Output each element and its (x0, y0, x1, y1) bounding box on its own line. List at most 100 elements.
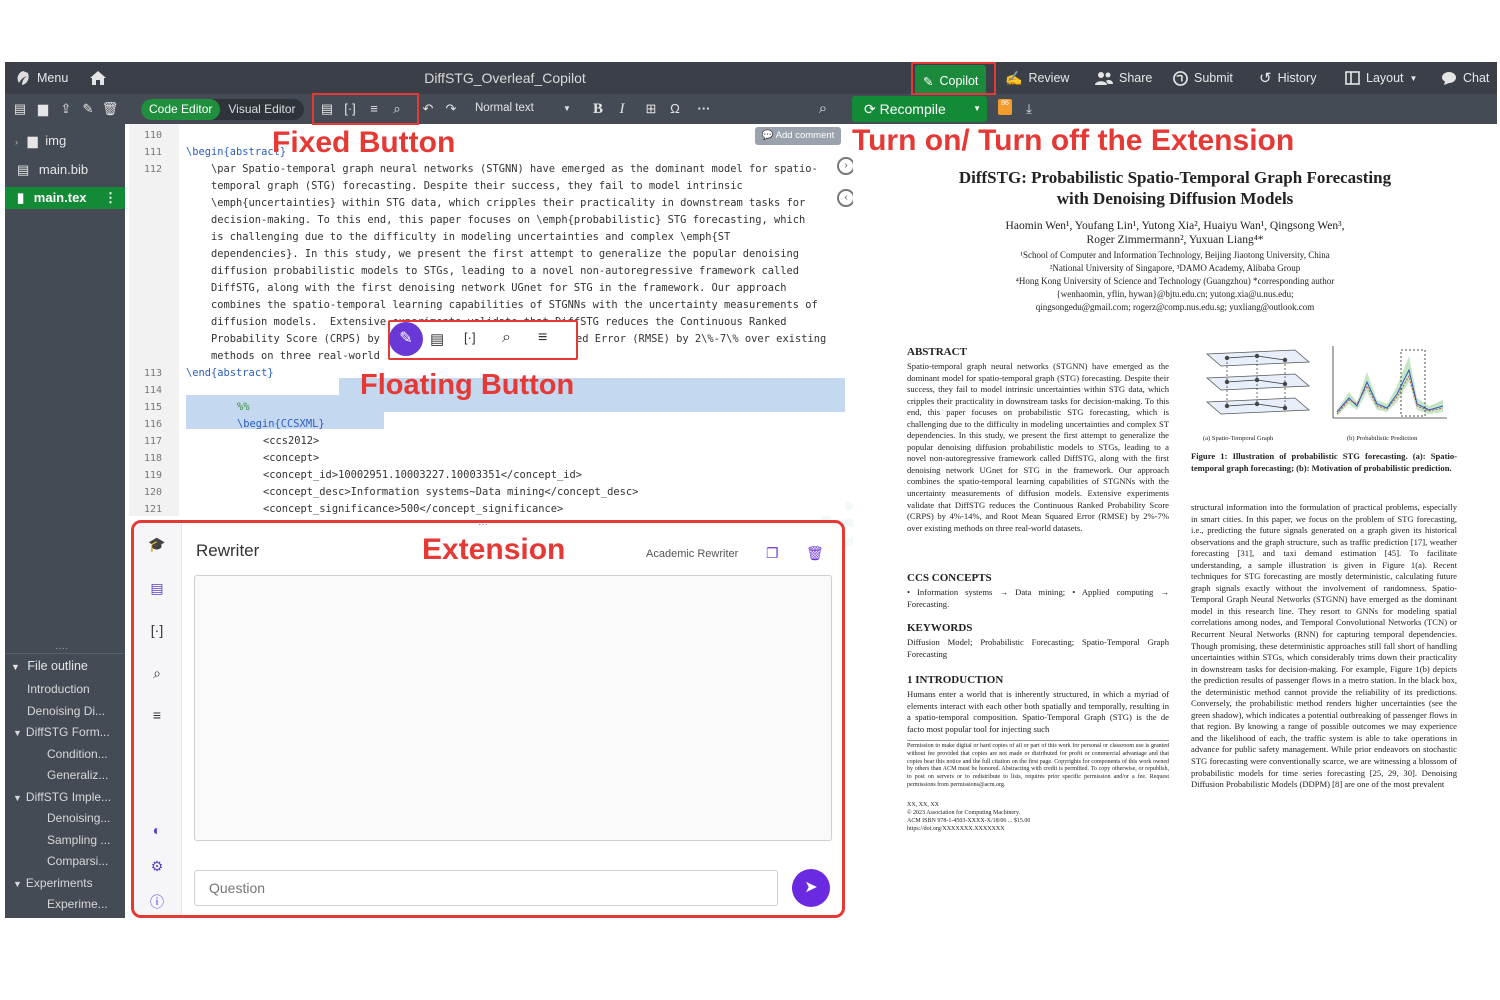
outline-item[interactable]: Introduction (5, 679, 125, 700)
file-tree-item-bib[interactable]: ▤ main.bib (5, 159, 125, 181)
outline-item[interactable]: Experime... (5, 894, 125, 915)
code-line-120: <concept_desc>Information systems~Data m… (263, 486, 639, 498)
italic-button[interactable]: I (613, 100, 631, 118)
floating-pen-icon[interactable]: ✎ (389, 322, 423, 356)
outline-item[interactable]: Denoising... (5, 808, 125, 829)
introduction-body: Humans enter a world that is inherently … (907, 689, 1169, 734)
editor-toolbar: ▤ ▆ ⇪ ✎ 🗑 Code Editor Visual Editor ▤ [·… (5, 94, 1497, 124)
top-bar: Menu DiffSTG_Overleaf_Copilot ✎ Copilot … (5, 62, 1497, 97)
undo-icon[interactable]: ↶ (419, 100, 437, 118)
abstract-body: Spatio-temporal graph neural networks (S… (907, 361, 1169, 533)
kebab-menu-icon[interactable]: ⋮ (104, 187, 117, 209)
bold-button[interactable]: B (589, 100, 607, 118)
gear-icon[interactable]: ⚙ (146, 855, 168, 877)
info-icon[interactable]: ⓘ (146, 891, 168, 913)
review-button[interactable]: ✍ Review (1005, 62, 1069, 94)
text-style-caret-icon[interactable]: ▼ (558, 100, 576, 118)
file-outline-header[interactable]: ▼ File outline (5, 653, 125, 677)
redo-icon[interactable]: ↷ (442, 100, 460, 118)
share-button[interactable]: Share (1095, 62, 1152, 94)
drag-handle[interactable]: ··· (478, 519, 488, 530)
line-number: 116 (143, 419, 163, 430)
overleaf-app: Menu DiffSTG_Overleaf_Copilot ✎ Copilot … (5, 62, 1497, 918)
code-line-112-wrap: temporal graph (STG) forecasting. Despit… (211, 180, 743, 192)
paper-title-line-2: with Denoising Diffusion Models (1056, 189, 1294, 208)
outline-item[interactable]: Denoising Di... (5, 701, 125, 722)
table-icon[interactable]: ⊞ (642, 100, 660, 118)
outline-item[interactable]: Generaliz... (5, 765, 125, 786)
recompile-caret-icon[interactable]: ▼ (973, 96, 981, 122)
keywords-body: Diffusion Model; Probabilistic Forecasti… (907, 637, 1169, 659)
new-folder-icon[interactable]: ▆ (34, 100, 52, 118)
outline-item[interactable]: Sampling ... (5, 830, 125, 851)
review-icon: ✍ (1005, 69, 1023, 86)
chat-button[interactable]: Chat (1441, 62, 1489, 94)
rewriter-output-area[interactable] (194, 575, 832, 841)
academic-cap-icon[interactable]: 🎓 (146, 533, 168, 555)
figure-1b-label: (b) Probabilistic Prediction (1347, 435, 1418, 442)
theme-icon[interactable]: ◐ (146, 819, 168, 841)
upload-icon[interactable]: ⇪ (57, 100, 75, 118)
line-number: 115 (143, 402, 163, 413)
paper-email-1: {wenhaomin, yflin, hywan}@bjtu.edu.cn; y… (1056, 289, 1294, 299)
outline-item[interactable]: ▼ DiffSTG Imple... (5, 787, 125, 808)
new-file-icon[interactable]: ▤ (11, 100, 29, 118)
line-number: 111 (143, 147, 163, 158)
outline-item[interactable]: ▼ DiffSTG Form... (5, 722, 125, 743)
add-comment-button[interactable]: 💬 Add comment (755, 127, 841, 145)
symbol-button[interactable]: Ω (666, 100, 684, 118)
floating-search-list-icon[interactable]: ≡ (538, 329, 547, 347)
line-number: 118 (143, 453, 163, 464)
floating-rewrite-icon[interactable]: ▤ (430, 330, 444, 348)
abstract-heading: ABSTRACT (907, 346, 967, 358)
delete-icon[interactable]: 🗑 (101, 100, 119, 118)
code-editor-tab[interactable]: Code Editor (141, 99, 221, 120)
file-tree-item-main-tex[interactable]: ▮ main.tex ⋮ (5, 187, 125, 209)
outline-item[interactable]: Condition... (5, 744, 125, 765)
paper-email-2: qingsongedu@gmail.com; rogerz@comp.nus.e… (1035, 302, 1315, 312)
footnote-permission: Permission to make digital or hard copie… (907, 743, 1169, 788)
search-icon[interactable]: ⌕ (814, 100, 832, 118)
rename-icon[interactable]: ✎ (79, 100, 97, 118)
complete-tool-icon[interactable]: [·] (146, 619, 168, 641)
outline-item-label: Introduction (27, 682, 90, 696)
code-line-112-wrap: methods on three real-world (211, 350, 380, 362)
ccs-body: • Information systems → Data mining; • A… (907, 587, 1169, 609)
send-button[interactable]: ➤ (792, 869, 830, 907)
floating-complete-icon[interactable]: [·] (464, 330, 476, 345)
footnote-venue: XX, XX, XX (907, 802, 939, 808)
more-button[interactable]: ··· (695, 100, 713, 118)
history-button[interactable]: ↺ History (1259, 62, 1316, 94)
paper-authors-2: Roger Zimmermann², Yuxuan Liang⁴* (1086, 234, 1264, 246)
paper-authors-1: Haomin Wen¹, Youfang Lin¹, Yutong Xia², … (1005, 220, 1345, 232)
pdf-preview[interactable]: DiffSTG: Probabilistic Spatio-Temporal G… (853, 124, 1497, 918)
log-badge[interactable]: 86 (998, 99, 1012, 115)
copy-icon[interactable]: ❐ (766, 545, 779, 562)
outline-item[interactable]: Performa... (5, 916, 125, 919)
rewrite-tool-icon[interactable]: ▤ (146, 577, 168, 599)
outline-item-label: Comparsi... (47, 854, 109, 868)
rewriter-mode-select[interactable]: Academic Rewriter (646, 548, 738, 560)
trash-icon[interactable]: 🗑 (806, 545, 824, 562)
layout-button[interactable]: Layout ▼ (1345, 62, 1417, 94)
history-icon: ↺ (1259, 70, 1272, 87)
figure-1-illustration (1205, 346, 1447, 419)
file-tree-item-img[interactable]: › ▆ img (5, 130, 125, 152)
floating-review-icon[interactable]: ⌕ (502, 329, 511, 347)
submit-button[interactable]: Submit (1173, 62, 1233, 94)
text-style-select[interactable]: Normal text (475, 102, 534, 114)
submit-label: Submit (1194, 71, 1233, 85)
chat-label: Chat (1463, 71, 1490, 85)
outline-item[interactable]: ▼ Experiments (5, 873, 125, 894)
code-line-115: %% (237, 401, 250, 413)
line-number: 121 (143, 504, 163, 515)
visual-editor-tab[interactable]: Visual Editor (220, 99, 303, 120)
code-line-112-wrap: decision-making. To this end, this paper… (211, 214, 806, 226)
download-pdf-icon[interactable]: ⤓ (1020, 100, 1038, 118)
figure-1-caption: Figure 1: Illustration of probabilistic … (1191, 451, 1457, 473)
review-tool-icon[interactable]: ⌕ (146, 662, 168, 684)
recompile-button[interactable]: ⟳ Recompile ▼ (852, 96, 987, 122)
question-input[interactable] (194, 870, 778, 906)
search-list-tool-icon[interactable]: ≡ (146, 704, 168, 726)
outline-item[interactable]: Comparsi... (5, 851, 125, 872)
